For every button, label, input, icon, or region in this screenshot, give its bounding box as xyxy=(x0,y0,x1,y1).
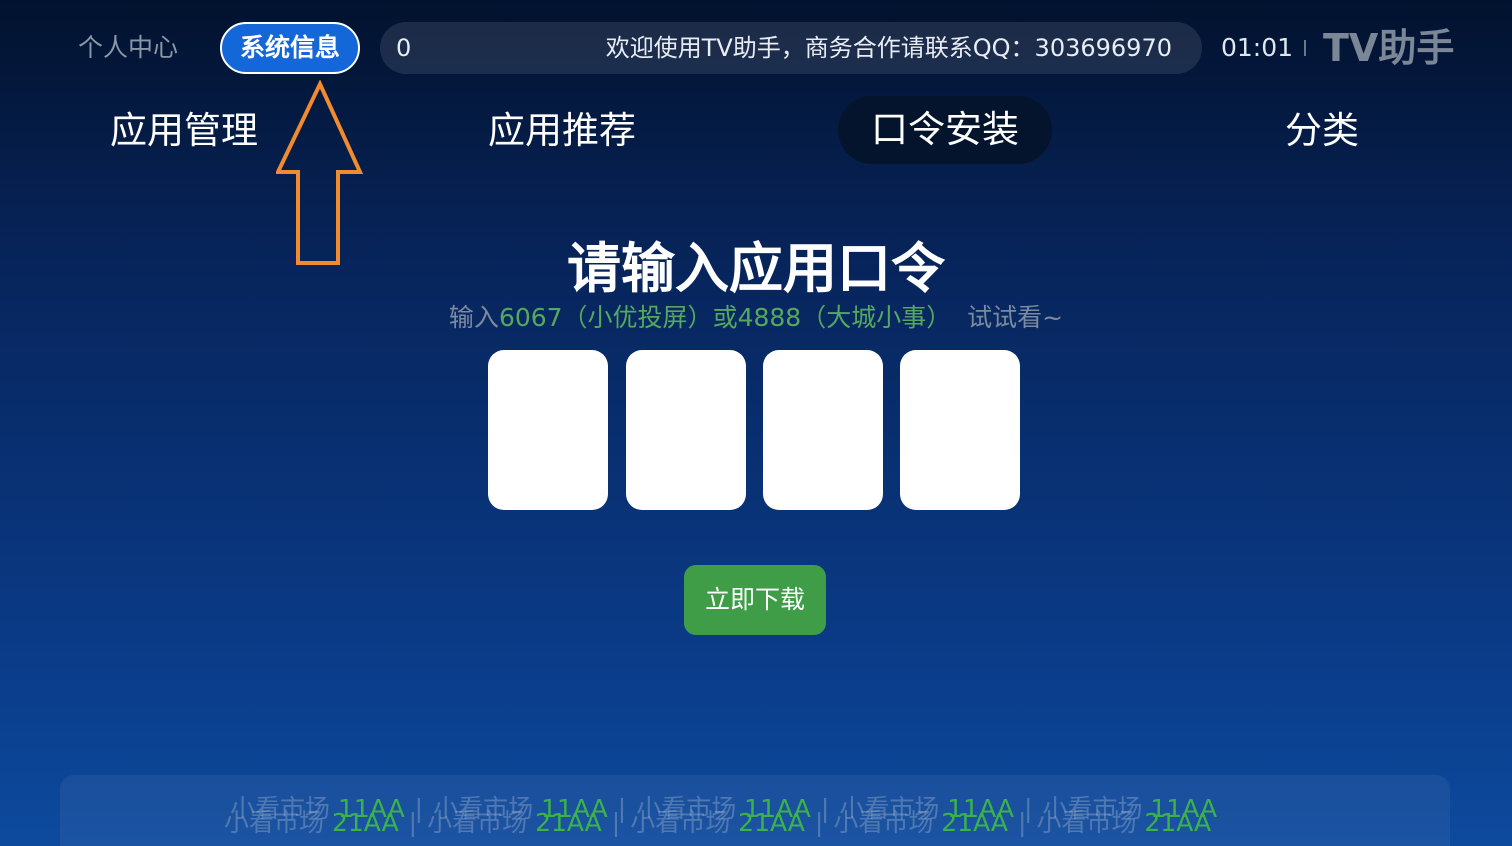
tab-code-install[interactable]: 口令安装 xyxy=(838,96,1052,164)
system-info-tab[interactable]: 系统信息 xyxy=(220,22,360,74)
marquee-row-2-separator: | xyxy=(814,808,824,837)
marquee-row-2-market-name: 小看市场 xyxy=(1036,808,1145,837)
personal-center-tab[interactable]: 个人中心 xyxy=(78,30,178,66)
code-slot-2[interactable] xyxy=(626,350,746,510)
marquee-row-2-market-code: 21AA xyxy=(738,808,805,837)
code-slot-1[interactable] xyxy=(488,350,608,510)
hint-code-2: 4888（大城小事） xyxy=(737,303,952,332)
marquee-row-2-market-name: 小看市场 xyxy=(427,808,536,837)
marquee-row-2-market-code: 21AA xyxy=(535,808,602,837)
marquee-row-2-market-code: 21AA xyxy=(1144,808,1212,837)
tab-category[interactable]: 分类 xyxy=(1285,106,1359,156)
marquee-row-2-separator: | xyxy=(408,808,418,837)
marquee-row-2-market-code: 21AA xyxy=(941,808,1008,837)
download-now-button[interactable]: 立即下载 xyxy=(684,565,826,635)
marquee-row-2-market-name: 小看市场 xyxy=(224,808,332,837)
brand-logo: TV助手 xyxy=(1323,26,1455,70)
marquee-row-2: 小看市场 21AA | 小看市场 21AA | 小看市场 21AA | 小看市场 21AA |… xyxy=(224,803,1450,839)
announcement-ticker: 0 欢迎使用TV助手，商务合作请联系QQ：303696970 xyxy=(380,22,1202,74)
hint-suffix: 试试看~ xyxy=(967,303,1064,332)
marquee-row-2-market-name: 小看市场 xyxy=(630,808,739,837)
divider xyxy=(1304,40,1306,56)
tab-app-recommend[interactable]: 应用推荐 xyxy=(488,106,636,156)
code-slot-3[interactable] xyxy=(763,350,883,510)
ticker-counter: 0 xyxy=(396,34,412,62)
hint-prefix: 输入 xyxy=(448,303,499,332)
code-slot-4[interactable] xyxy=(900,350,1020,510)
footer-marquee: 小看市场 11AA | 小看市场 11AA | 小看市场 11AA | 小看市场 11AA |… xyxy=(60,775,1450,846)
hint-or: 或 xyxy=(712,303,738,332)
page-title: 请输入应用口令 xyxy=(567,237,945,300)
marquee-row-2-market-name: 小看市场 xyxy=(833,808,942,837)
hint-code-1: 6067（小优投屏） xyxy=(498,303,713,332)
ticker-message: 欢迎使用TV助手，商务合作请联系QQ：303696970 xyxy=(605,34,1172,62)
hint-text: 输入6067（小优投屏）或4888（大城小事） 试试看~ xyxy=(0,298,1512,334)
clock: 01:01 xyxy=(1221,33,1294,62)
marquee-row-2-market-code: 21AA xyxy=(331,808,399,837)
tab-app-management[interactable]: 应用管理 xyxy=(110,106,258,156)
marquee-row-2-separator: | xyxy=(611,808,621,837)
marquee-row-2-separator: | xyxy=(1018,808,1027,837)
